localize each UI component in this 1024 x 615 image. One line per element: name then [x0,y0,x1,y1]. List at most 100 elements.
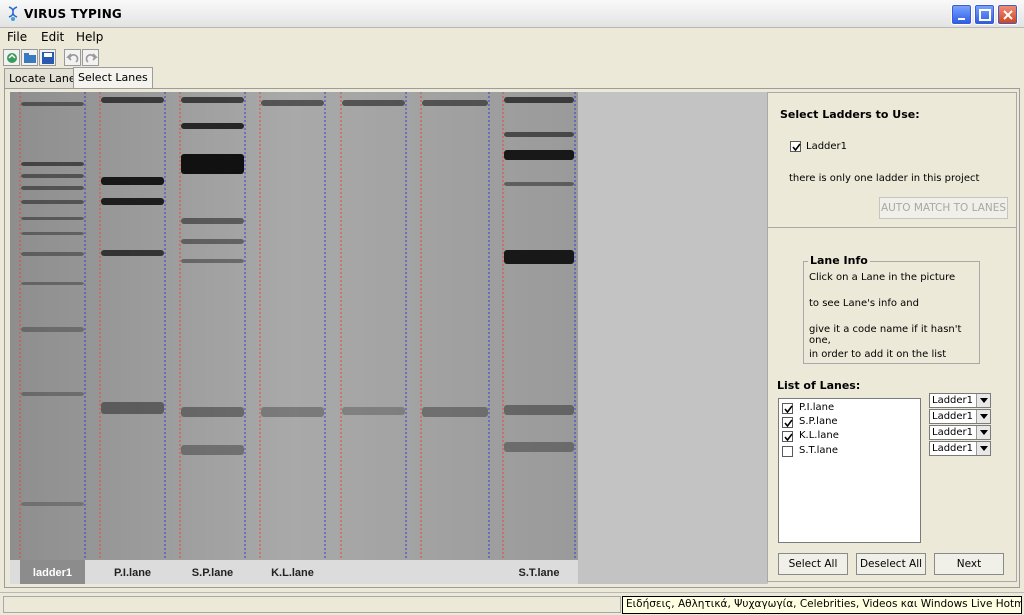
open-button[interactable] [3,49,20,66]
lane-label[interactable]: K.L.lane [271,567,314,579]
main-pane: ladder1 P.I.lane S.P.lane K.L.lane S.T.lane … [4,88,1020,588]
select-all-button[interactable]: Select All [778,553,848,575]
gel-band [342,100,405,106]
gel-band [21,502,84,506]
ladder-note: there is only one ladder in this project [789,173,980,184]
redo-button[interactable] [82,49,99,66]
dropdown-button[interactable] [976,410,990,423]
lane-checkbox[interactable] [782,417,793,428]
lane-checkbox[interactable] [782,431,793,442]
gel-band [504,250,574,264]
gel-band [101,97,164,103]
redo-icon [85,53,98,63]
lane-label[interactable]: S.P.lane [192,567,233,579]
ladder1-checkbox[interactable] [790,141,801,152]
dropdown-button[interactable] [976,426,990,439]
ladder-select-value: Ladder1 [932,443,974,454]
gel-band [21,102,84,106]
list-item[interactable]: S.P.lane [782,416,918,430]
lane-label[interactable]: ladder1 [33,567,72,579]
undo-icon [66,53,79,63]
lane-info-line: Click on a Lane in the picture [809,272,956,283]
gel-band [21,217,84,220]
ladders-heading: Select Ladders to Use: [780,108,920,121]
lane-checkbox[interactable] [782,403,793,414]
lane-info-line: give it a code name if it hasn't one, [809,324,962,346]
gel-band [181,123,244,129]
gel-band [181,239,244,244]
save-icon [42,52,54,64]
status-field [3,596,621,613]
gel-band [21,162,84,166]
lane-label[interactable]: S.T.lane [519,567,560,579]
lane-ladder-select[interactable]: Ladder1 [929,393,991,408]
close-button[interactable] [997,4,1018,25]
gel-band [101,198,164,205]
gel-band [101,402,164,414]
dropdown-button[interactable] [976,394,990,407]
minimize-button[interactable] [951,4,972,25]
chevron-down-icon [980,398,988,403]
list-item[interactable]: S.T.lane [782,445,918,459]
gel-band [181,154,244,174]
gel-band [101,250,164,256]
gel-image[interactable]: ladder1 P.I.lane S.P.lane K.L.lane S.T.lane [10,92,768,584]
gel-band [261,100,324,106]
open-folder-icon [24,53,36,63]
lane-info-box: Lane Info Click on a Lane in the picture… [803,254,980,364]
gel-band [504,97,574,103]
gel-band [261,407,324,417]
menu-help[interactable]: Help [76,30,103,44]
maximize-button[interactable] [974,4,995,25]
chevron-down-icon [980,414,988,419]
lane-ladder-select[interactable]: Ladder1 [929,425,991,440]
lane-label[interactable]: P.I.lane [114,567,151,579]
gel-band [504,150,574,160]
minimize-icon [958,18,965,20]
lane-checkbox[interactable] [782,446,793,457]
gel-band [21,252,84,256]
gel-band [21,327,84,332]
menu-file[interactable]: File [7,30,27,44]
check-icon [784,419,793,428]
gel-band [21,392,84,396]
auto-match-button[interactable]: AUTO MATCH TO LANES [879,197,1008,219]
lane-info-legend: Lane Info [808,254,870,267]
tab-strip: Locate Lanes Select Lanes [0,67,1024,88]
lanes-heading: List of Lanes: [777,379,861,392]
gel-band [181,97,244,103]
gel-band [181,445,244,455]
taskbar-tooltip: Ειδήσεις, Αθλητικά, Ψυχαγωγία, Celebriti… [622,596,1022,614]
ladder-select-value: Ladder1 [932,411,974,422]
ladder-select-value: Ladder1 [932,427,974,438]
gel-band [504,132,574,137]
close-icon [1003,10,1013,20]
save-button[interactable] [39,49,56,66]
lane-list[interactable]: P.I.lane S.P.lane K.L.lane S.T.lane [778,398,921,543]
undo-button[interactable] [64,49,81,66]
gel-band [422,407,488,417]
check-icon [784,405,793,414]
gel-band [181,259,244,263]
menu-edit[interactable]: Edit [41,30,64,44]
lane-info-line: in order to add it on the list [809,349,947,360]
chevron-down-icon [980,446,988,451]
lane-ladder-select[interactable]: Ladder1 [929,441,991,456]
deselect-all-button[interactable]: Deselect All [856,553,926,575]
list-item[interactable]: K.L.lane [782,430,918,444]
dropdown-button[interactable] [976,442,990,455]
gel-band [504,405,574,415]
open-folder-button[interactable] [21,49,38,66]
next-button[interactable]: Next [934,553,1004,575]
gel-band [101,177,164,185]
gel-band [21,174,84,178]
lane-ladder-select[interactable]: Ladder1 [929,409,991,424]
list-item[interactable]: P.I.lane [782,402,918,416]
gel-band [21,200,84,204]
toolbar [0,47,1024,67]
tab-select-lanes[interactable]: Select Lanes [73,67,153,88]
ladder1-label: Ladder1 [806,141,848,152]
menu-bar: File Edit Help [0,28,1024,46]
lane-label: S.T.lane [799,445,839,456]
title-bar: VIRUS TYPING [0,0,1024,28]
